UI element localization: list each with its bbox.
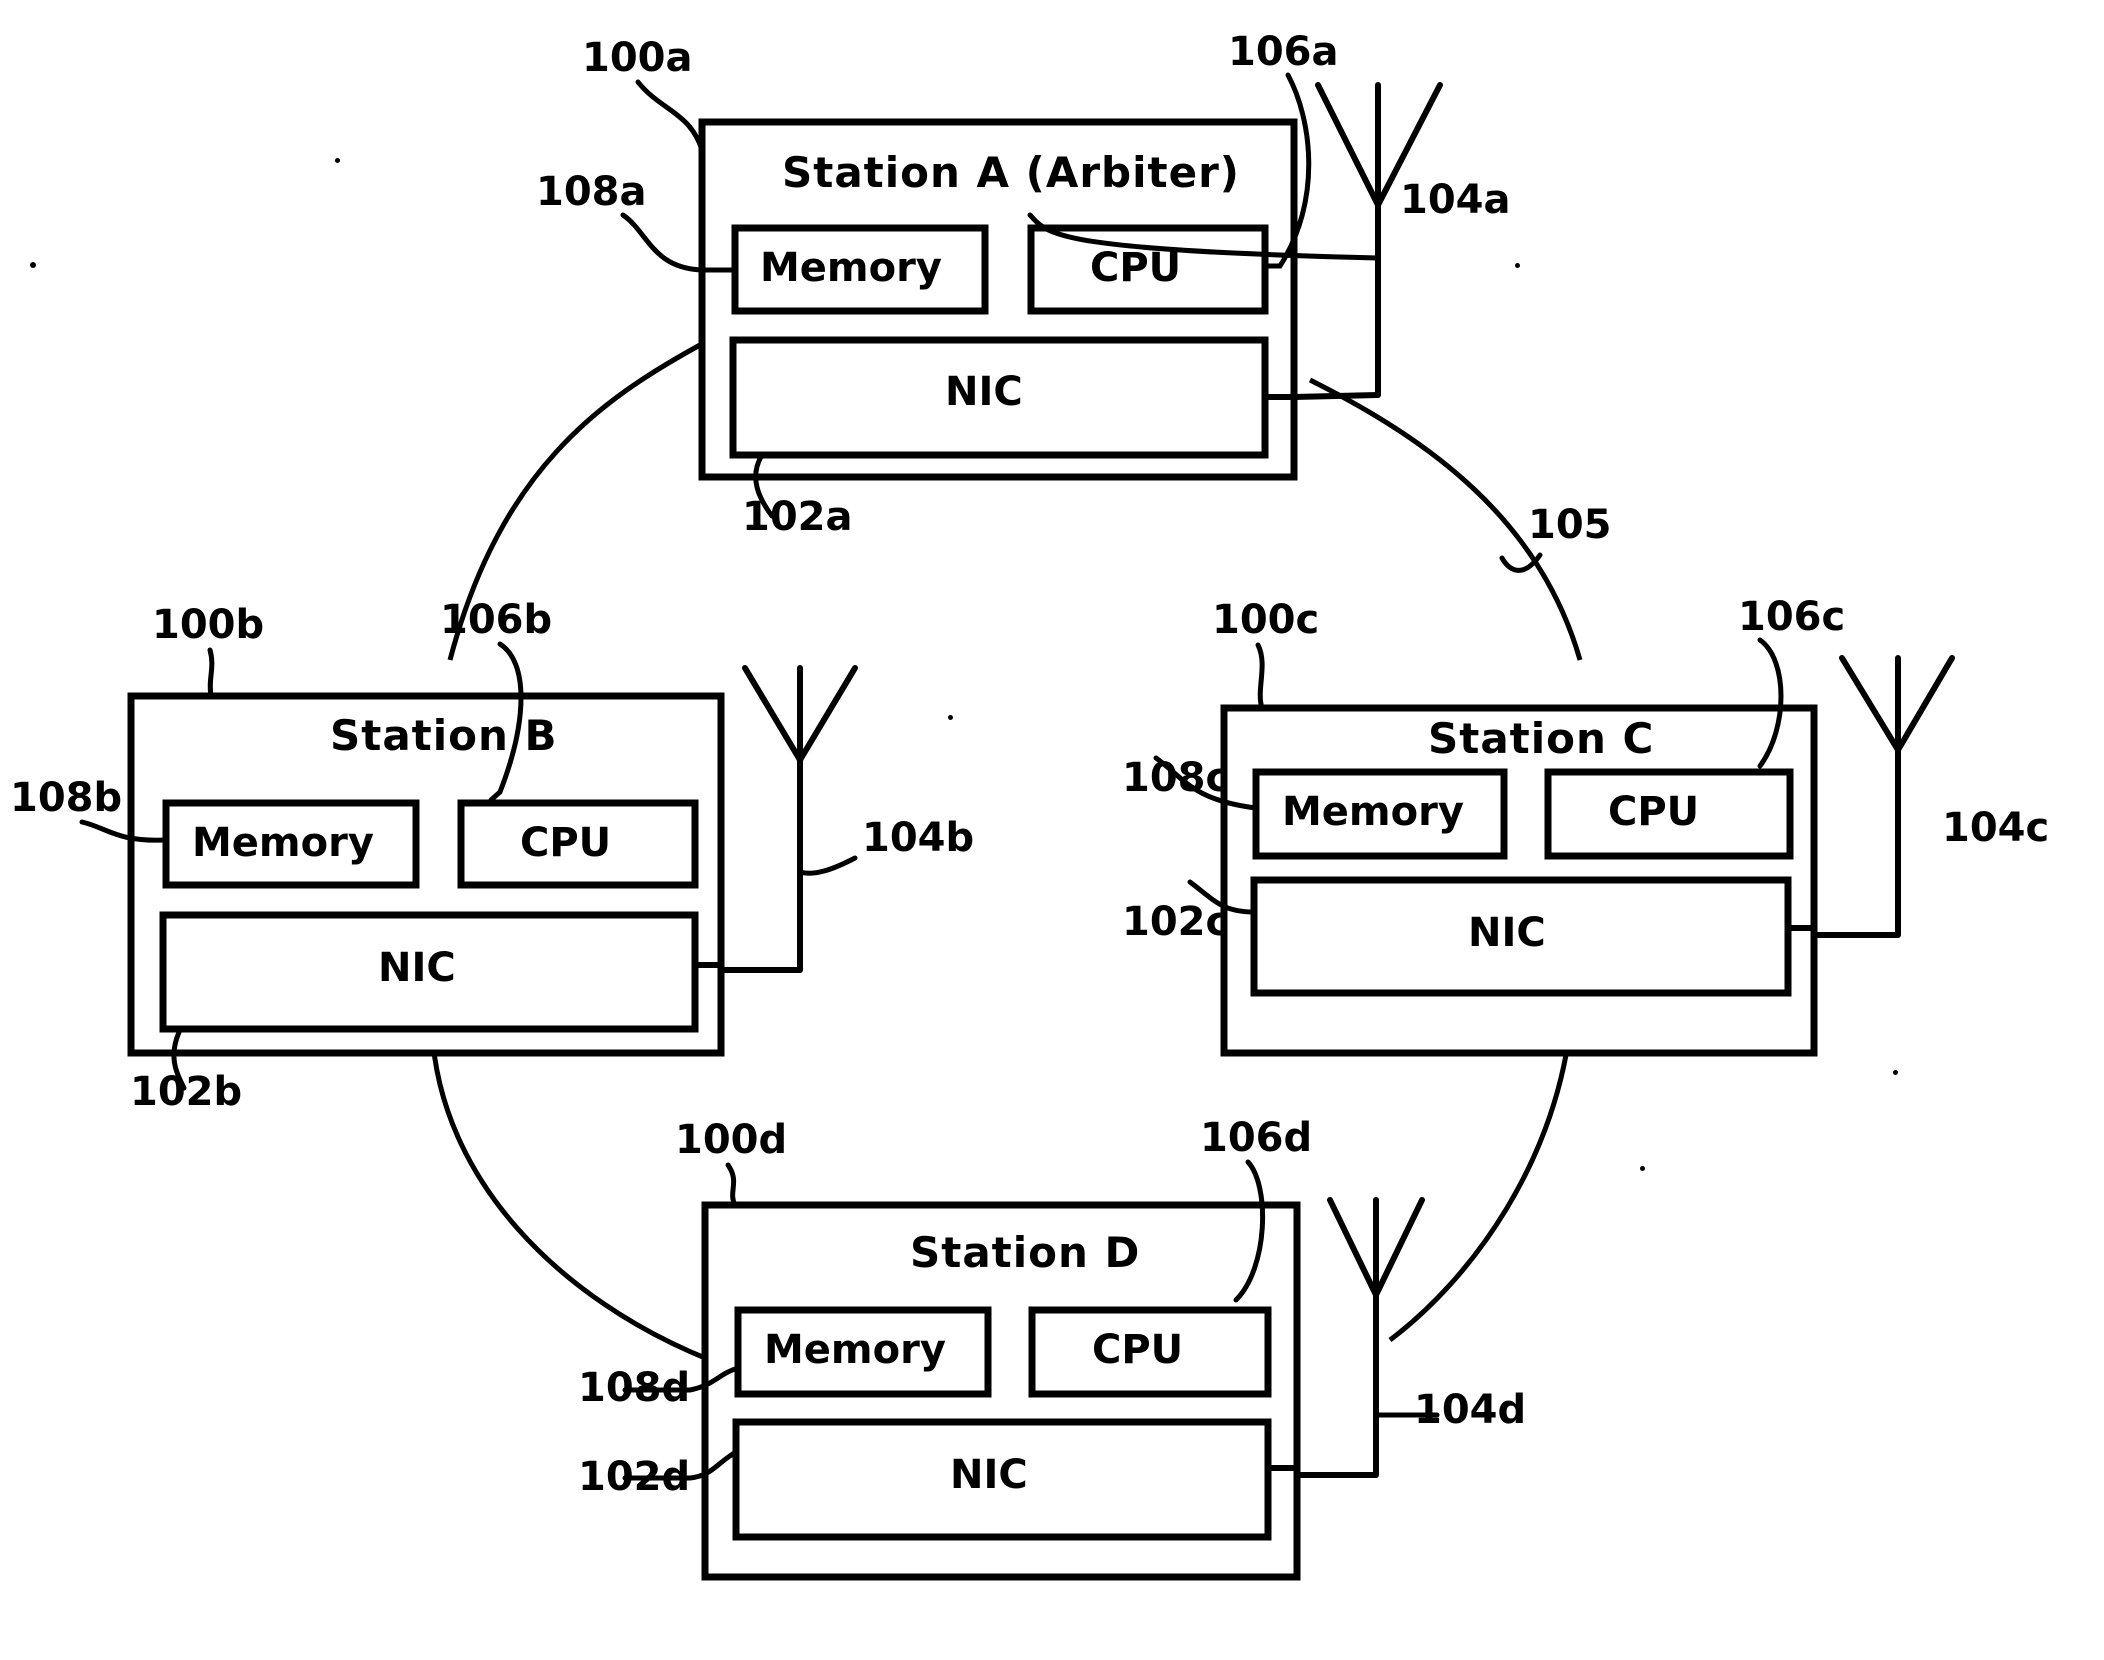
station-d-title: Station D xyxy=(910,1228,1141,1277)
ref-label-104a: 104a xyxy=(1400,177,1511,223)
ref-label-105: 105 xyxy=(1528,502,1612,548)
station-d-antenna-arm-right xyxy=(1373,1197,1425,1298)
ref-label-100d: 100d xyxy=(675,1117,788,1163)
ref-label-102c: 102c xyxy=(1122,899,1230,945)
ref-label-102a: 102a xyxy=(742,494,853,540)
station-d-antenna-arm-left xyxy=(1327,1197,1379,1298)
network-ellipse-arc-lower-left xyxy=(429,1029,711,1363)
station-c-nic-label: NIC xyxy=(1468,910,1546,956)
station-c-antenna-arm-left xyxy=(1839,655,1901,753)
station-a-antenna-arm-left xyxy=(1315,82,1381,208)
leader-100c xyxy=(1255,642,1265,711)
station-b-nic-label: NIC xyxy=(378,945,456,991)
scan-speck xyxy=(1640,1166,1645,1171)
station-c-cpu-label: CPU xyxy=(1608,789,1700,835)
scan-speck xyxy=(335,158,340,163)
station-c-title: Station C xyxy=(1428,714,1655,763)
station-b-antenna-arm-right xyxy=(797,665,858,763)
ref-label-102d: 102d xyxy=(578,1454,691,1500)
station-d-memory-label: Memory xyxy=(764,1327,946,1373)
ref-label-104b: 104b xyxy=(862,815,975,861)
ref-label-100c: 100c xyxy=(1212,597,1320,643)
station-d-group xyxy=(622,1159,1440,1581)
station-d-nic-label: NIC xyxy=(950,1452,1028,1498)
ref-label-106b: 106b xyxy=(440,597,553,643)
scan-speck xyxy=(30,262,36,268)
station-b-antenna-arm-left xyxy=(742,665,803,763)
ref-label-108d: 108d xyxy=(578,1365,691,1411)
ref-label-104d: 104d xyxy=(1414,1387,1527,1433)
station-b-cpu-label: CPU xyxy=(520,820,612,866)
station-c-group xyxy=(1153,637,1955,1057)
station-c-antenna-arm-right xyxy=(1895,655,1955,753)
scan-speck xyxy=(1515,263,1520,268)
station-a-cpu-label: CPU xyxy=(1090,245,1182,291)
ref-label-106d: 106d xyxy=(1200,1115,1313,1161)
ref-label-106a: 106a xyxy=(1228,29,1339,75)
station-a-memory-label: Memory xyxy=(760,245,942,291)
station-b-title: Station B xyxy=(330,711,558,760)
network-ellipse-arc-lower-right xyxy=(1388,1009,1575,1342)
station-d-cpu-label: CPU xyxy=(1092,1327,1184,1373)
station-a-nic-label: NIC xyxy=(945,369,1023,415)
ref-label-108c: 108c xyxy=(1122,755,1230,801)
ref-label-108b: 108b xyxy=(10,775,123,821)
scan-speck xyxy=(948,715,953,720)
station-b-memory-label: Memory xyxy=(192,820,374,866)
ref-label-108a: 108a xyxy=(536,169,647,215)
station-a-title: Station A (Arbiter) xyxy=(782,148,1240,197)
leader-100d xyxy=(725,1162,738,1208)
ref-label-100b: 100b xyxy=(152,602,265,648)
ref-label-100a: 100a xyxy=(582,35,693,81)
ref-label-102b: 102b xyxy=(130,1069,243,1115)
scan-speck xyxy=(1893,1070,1898,1075)
leader-104b xyxy=(797,855,858,876)
station-a-group xyxy=(620,72,1443,519)
leader-100a xyxy=(635,79,705,153)
ref-label-106c: 106c xyxy=(1738,594,1846,640)
station-c-memory-label: Memory xyxy=(1282,789,1464,835)
leader-100b xyxy=(207,647,215,699)
figure-canvas: 100a 108a 106a 104a 102a Station A (Arbi… xyxy=(0,0,2104,1660)
ref-label-104c: 104c xyxy=(1942,805,2050,851)
